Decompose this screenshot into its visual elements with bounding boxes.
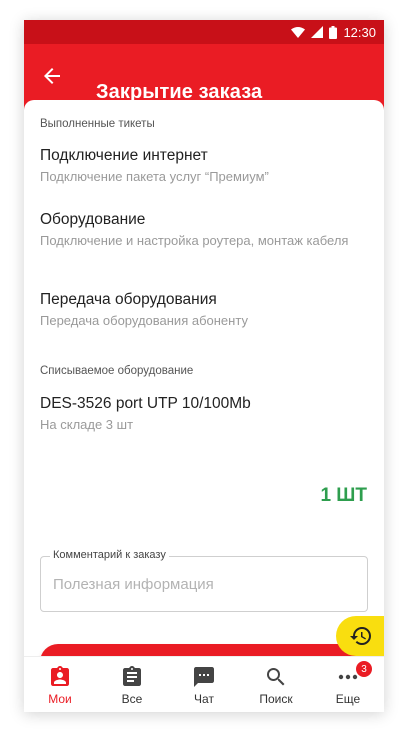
ticket-title: Подключение интернет [40, 147, 208, 164]
ticket-subtitle: Подключение пакета услуг “Премиум” [40, 169, 269, 184]
status-bar: 12:30 [24, 20, 384, 44]
clipboard-account-icon [51, 666, 69, 686]
search-icon [267, 668, 285, 686]
history-button[interactable] [336, 616, 384, 656]
tickets-section-label: Выполненные тикеты [40, 118, 155, 130]
nav-label: Еще [335, 692, 361, 706]
back-button[interactable] [40, 64, 64, 88]
nav-item-mine[interactable]: Мои [24, 657, 96, 712]
wifi-icon [291, 26, 306, 38]
ticket-subtitle: Подключение и настройка роутера, монтаж … [40, 233, 349, 248]
nav-label: Все [121, 692, 143, 706]
equipment-name: DES-3526 port UTP 10/100Mb [40, 395, 251, 412]
comment-input[interactable] [42, 558, 366, 610]
ticket-title: Оборудование [40, 211, 146, 228]
nav-item-chat[interactable]: Чат [168, 657, 240, 712]
equipment-stock: На складе 3 шт [40, 417, 134, 432]
notification-badge: 3 [356, 661, 372, 677]
equipment-section-label: Списываемое оборудование [40, 365, 194, 377]
order-close-sheet: Выполненные тикеты Подключение интернет … [24, 100, 384, 680]
battery-icon [329, 25, 338, 39]
nav-item-more[interactable]: Еще 3 [312, 657, 384, 712]
ticket-title: Передача оборудования [40, 291, 217, 308]
comment-field[interactable] [40, 556, 368, 612]
clipboard-list-icon [123, 666, 141, 686]
history-icon [350, 627, 371, 645]
bottom-navigation: Мои Все Чат Поиск Еще 3 [24, 656, 384, 712]
phone-frame: 12:30 Закрытие заказа Выполненные тикеты… [24, 20, 384, 712]
arrow-back-icon [44, 68, 60, 84]
comment-field-label: Комментарий к заказу [50, 549, 169, 561]
nav-label: Чат [194, 692, 214, 706]
signal-icon [311, 26, 324, 38]
chat-icon [194, 667, 214, 687]
nav-item-all[interactable]: Все [96, 657, 168, 712]
status-time: 12:30 [343, 24, 376, 40]
equipment-quantity[interactable]: 1 ШТ [320, 485, 367, 507]
nav-label: Поиск [259, 692, 293, 706]
ticket-subtitle: Передача оборудования абоненту [40, 313, 248, 328]
nav-item-search[interactable]: Поиск [240, 657, 312, 712]
nav-label: Мои [48, 692, 72, 706]
